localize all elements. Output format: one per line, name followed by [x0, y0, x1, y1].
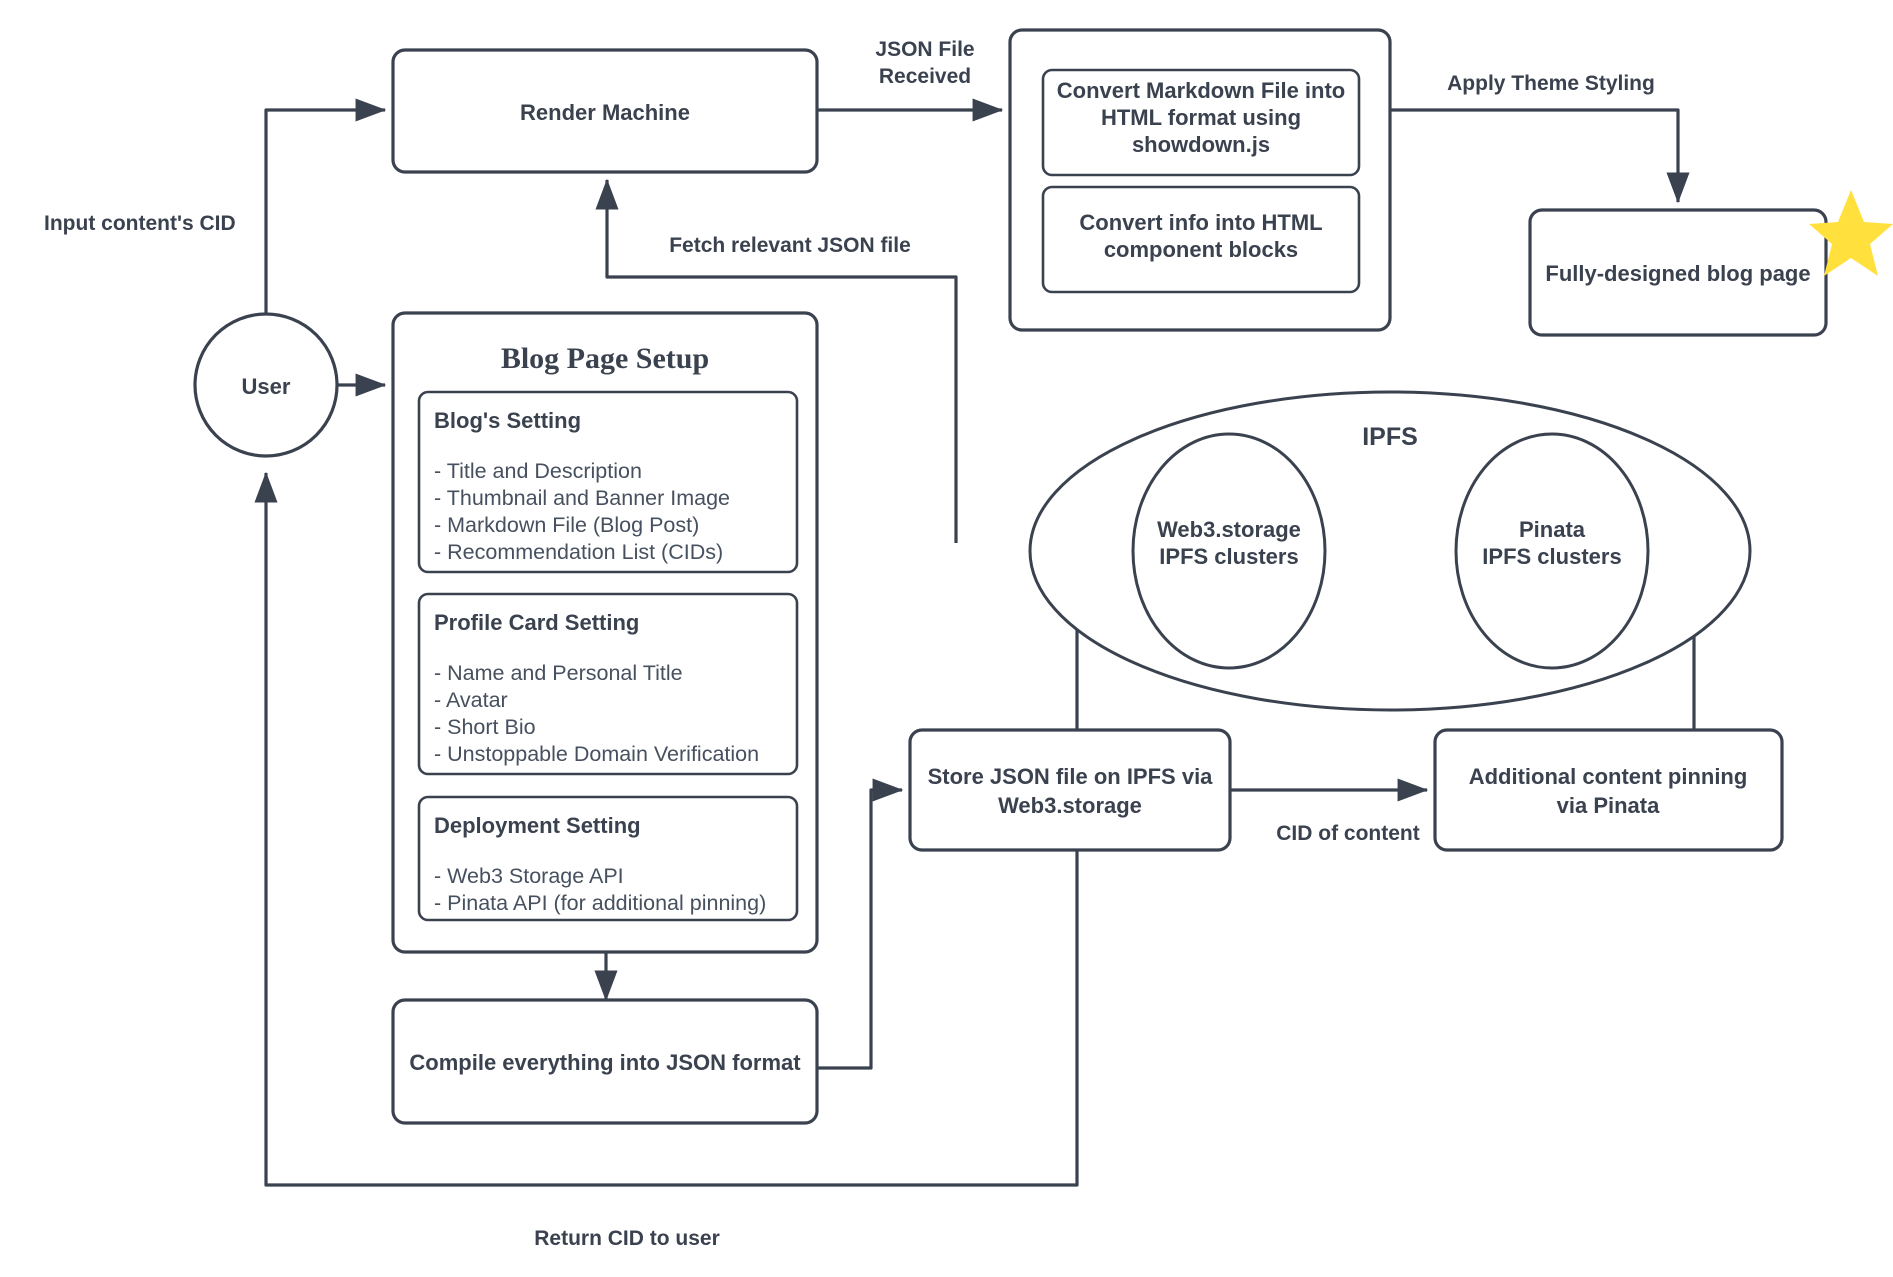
deployment-setting-heading: Deployment Setting: [434, 813, 641, 838]
node-user[interactable]: User: [193, 312, 339, 458]
blog-page-label: Fully-designed blog page: [1545, 261, 1810, 286]
blogs-setting-item-2: - Markdown File (Blog Post): [434, 513, 699, 537]
node-blog-page-setup[interactable]: Blog Page Setup Blog's Setting - Title a…: [391, 311, 819, 954]
additional-pinning-label-line2: via Pinata: [1557, 793, 1660, 818]
flow-diagram-canvas: Render Machine Convert Markdown File int…: [44, 28, 1893, 1250]
pinata-clusters-label-line1: Pinata: [1519, 517, 1586, 542]
edge-convert-group-to-blog-page: [1390, 108, 1690, 204]
profile-card-setting-item-3: - Unstoppable Domain Verification: [434, 742, 759, 766]
markdown-convert-label-line3: showdown.js: [1132, 132, 1270, 157]
edge-label-json-file-received-line2: Received: [879, 65, 971, 88]
blog-page-setup-title: Blog Page Setup: [501, 342, 709, 375]
store-json-label-line1: Store JSON file on IPFS via: [928, 764, 1214, 789]
user-label: User: [242, 374, 291, 399]
profile-card-setting-item-1: - Avatar: [434, 688, 508, 712]
edge-label-return-cid-to-user: Return CID to user: [534, 1227, 720, 1250]
profile-card-setting-item-2: - Short Bio: [434, 715, 536, 739]
markdown-convert-label-line1: Convert Markdown File into: [1057, 78, 1345, 103]
edge-label-json-file-received-line1: JSON File: [875, 38, 974, 61]
web3-clusters-label-line2: IPFS clusters: [1159, 544, 1298, 569]
store-json-label-line2: Web3.storage: [998, 793, 1142, 818]
node-store-json[interactable]: Store JSON file on IPFS via Web3.storage: [908, 728, 1232, 852]
additional-pinning-label-line1: Additional content pinning: [1469, 764, 1748, 789]
blogs-setting-heading: Blog's Setting: [434, 408, 581, 433]
additional-pinning-box[interactable]: [1433, 728, 1784, 852]
edge-label-apply-theme-styling: Apply Theme Styling: [1447, 72, 1655, 95]
blogs-setting-item-3: - Recommendation List (CIDs): [434, 540, 723, 564]
deployment-setting-item-0: - Web3 Storage API: [434, 864, 624, 888]
blogs-setting-item-0: - Title and Description: [434, 459, 642, 483]
node-additional-pinning[interactable]: Additional content pinning via Pinata: [1433, 728, 1784, 852]
profile-card-setting-item-0: - Name and Personal Title: [434, 661, 683, 685]
info-convert-label-line2: component blocks: [1104, 237, 1298, 262]
blogs-setting-item-1: - Thumbnail and Banner Image: [434, 486, 730, 510]
edge-label-cid-of-content: CID of content: [1276, 822, 1419, 845]
node-compile-json[interactable]: Compile everything into JSON format: [391, 998, 819, 1125]
section-deployment-setting[interactable]: Deployment Setting - Web3 Storage API - …: [417, 795, 799, 922]
web3-clusters-label-line1: Web3.storage: [1157, 517, 1301, 542]
edge-compile-to-store-json: [817, 778, 904, 1070]
info-convert-label-line1: Convert info into HTML: [1079, 210, 1322, 235]
profile-card-setting-heading: Profile Card Setting: [434, 610, 639, 635]
render-machine-label: Render Machine: [520, 100, 690, 125]
edge-user-to-render-machine: [264, 98, 387, 331]
compile-json-label: Compile everything into JSON format: [409, 1050, 801, 1075]
node-render-machine[interactable]: Render Machine: [391, 48, 819, 174]
node-convert-group[interactable]: Convert Markdown File into HTML format u…: [1008, 28, 1392, 332]
flow-diagram: Render Machine Convert Markdown File int…: [0, 0, 1893, 1277]
section-profile-card-setting[interactable]: Profile Card Setting - Name and Personal…: [417, 592, 799, 776]
edge-label-input-cid: Input content's CID: [44, 212, 236, 235]
store-json-box[interactable]: [908, 728, 1232, 852]
pinata-clusters-label-line2: IPFS clusters: [1482, 544, 1621, 569]
section-blogs-setting[interactable]: Blog's Setting - Title and Description -…: [417, 390, 799, 574]
deployment-setting-item-1: - Pinata API (for additional pinning): [434, 891, 766, 915]
node-blog-page[interactable]: Fully-designed blog page: [1528, 190, 1893, 337]
markdown-convert-label-line2: HTML format using: [1101, 105, 1301, 130]
ipfs-label: IPFS: [1362, 423, 1418, 451]
edge-label-fetch-relevant-json: Fetch relevant JSON file: [669, 234, 911, 257]
node-ipfs[interactable]: IPFS Web3.storage IPFS clusters Pinata I…: [1028, 390, 1752, 712]
